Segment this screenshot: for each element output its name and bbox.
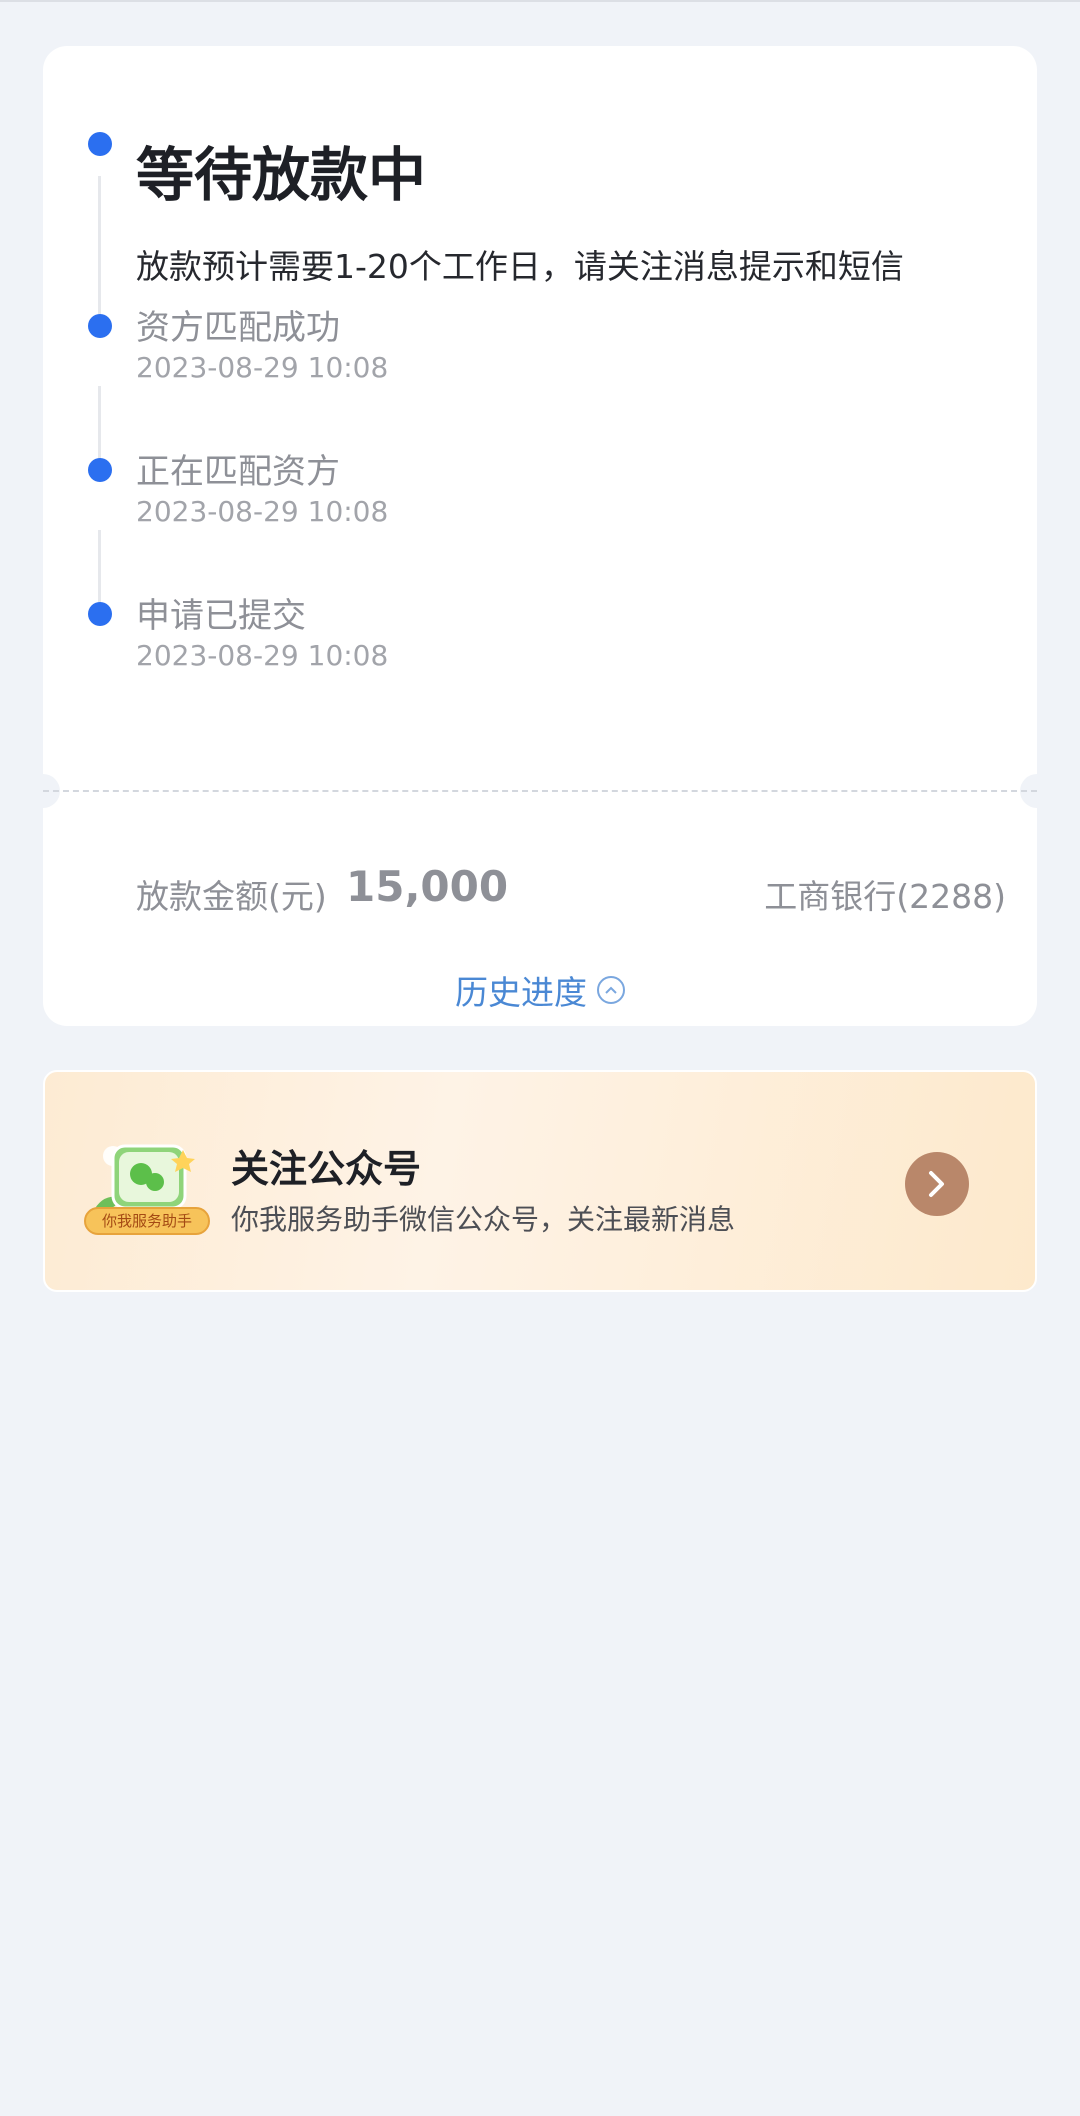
amount-label: 放款金额(元): [136, 877, 327, 916]
current-status-description: 放款预计需要1-20个工作日，请关注消息提示和短信: [136, 247, 904, 286]
timeline-dot: [88, 602, 112, 626]
wechat-icon: 你我服务助手: [83, 1134, 213, 1244]
current-status-title: 等待放款中: [136, 141, 427, 209]
timeline-connector: [98, 176, 101, 320]
svg-text:你我服务助手: 你我服务助手: [102, 1212, 192, 1230]
bank-account: 工商银行(2288): [764, 877, 1006, 916]
history-progress-label: 历史进度: [455, 973, 587, 1012]
step-title: 正在匹配资方: [136, 452, 340, 492]
follow-official-account-banner[interactable]: 你我服务助手 关注公众号 你我服务助手微信公众号，关注最新消息: [43, 1070, 1037, 1292]
step-title: 资方匹配成功: [136, 308, 340, 348]
amount-value: 15,000: [346, 862, 509, 911]
banner-title: 关注公众号: [231, 1147, 422, 1191]
chevron-right-icon[interactable]: [905, 1152, 969, 1216]
banner-subtitle: 你我服务助手微信公众号，关注最新消息: [231, 1203, 736, 1236]
timeline-dot: [88, 314, 112, 338]
loan-status-card: 等待放款中 放款预计需要1-20个工作日，请关注消息提示和短信 资方匹配成功 2…: [26, 46, 1054, 1026]
perforation-divider: [43, 790, 1037, 792]
timeline-dot: [88, 458, 112, 482]
chevron-up-icon: [597, 976, 625, 1004]
history-progress-toggle[interactable]: 历史进度: [43, 966, 1037, 1014]
timeline-dot-current: [88, 132, 112, 156]
step-time: 2023-08-29 10:08: [136, 495, 389, 528]
amount-row: 放款金额(元) 15,000 工商银行(2288): [136, 862, 1006, 918]
step-time: 2023-08-29 10:08: [136, 639, 389, 672]
top-divider: [0, 0, 1080, 2]
step-title: 申请已提交: [136, 596, 306, 636]
step-time: 2023-08-29 10:08: [136, 351, 389, 384]
